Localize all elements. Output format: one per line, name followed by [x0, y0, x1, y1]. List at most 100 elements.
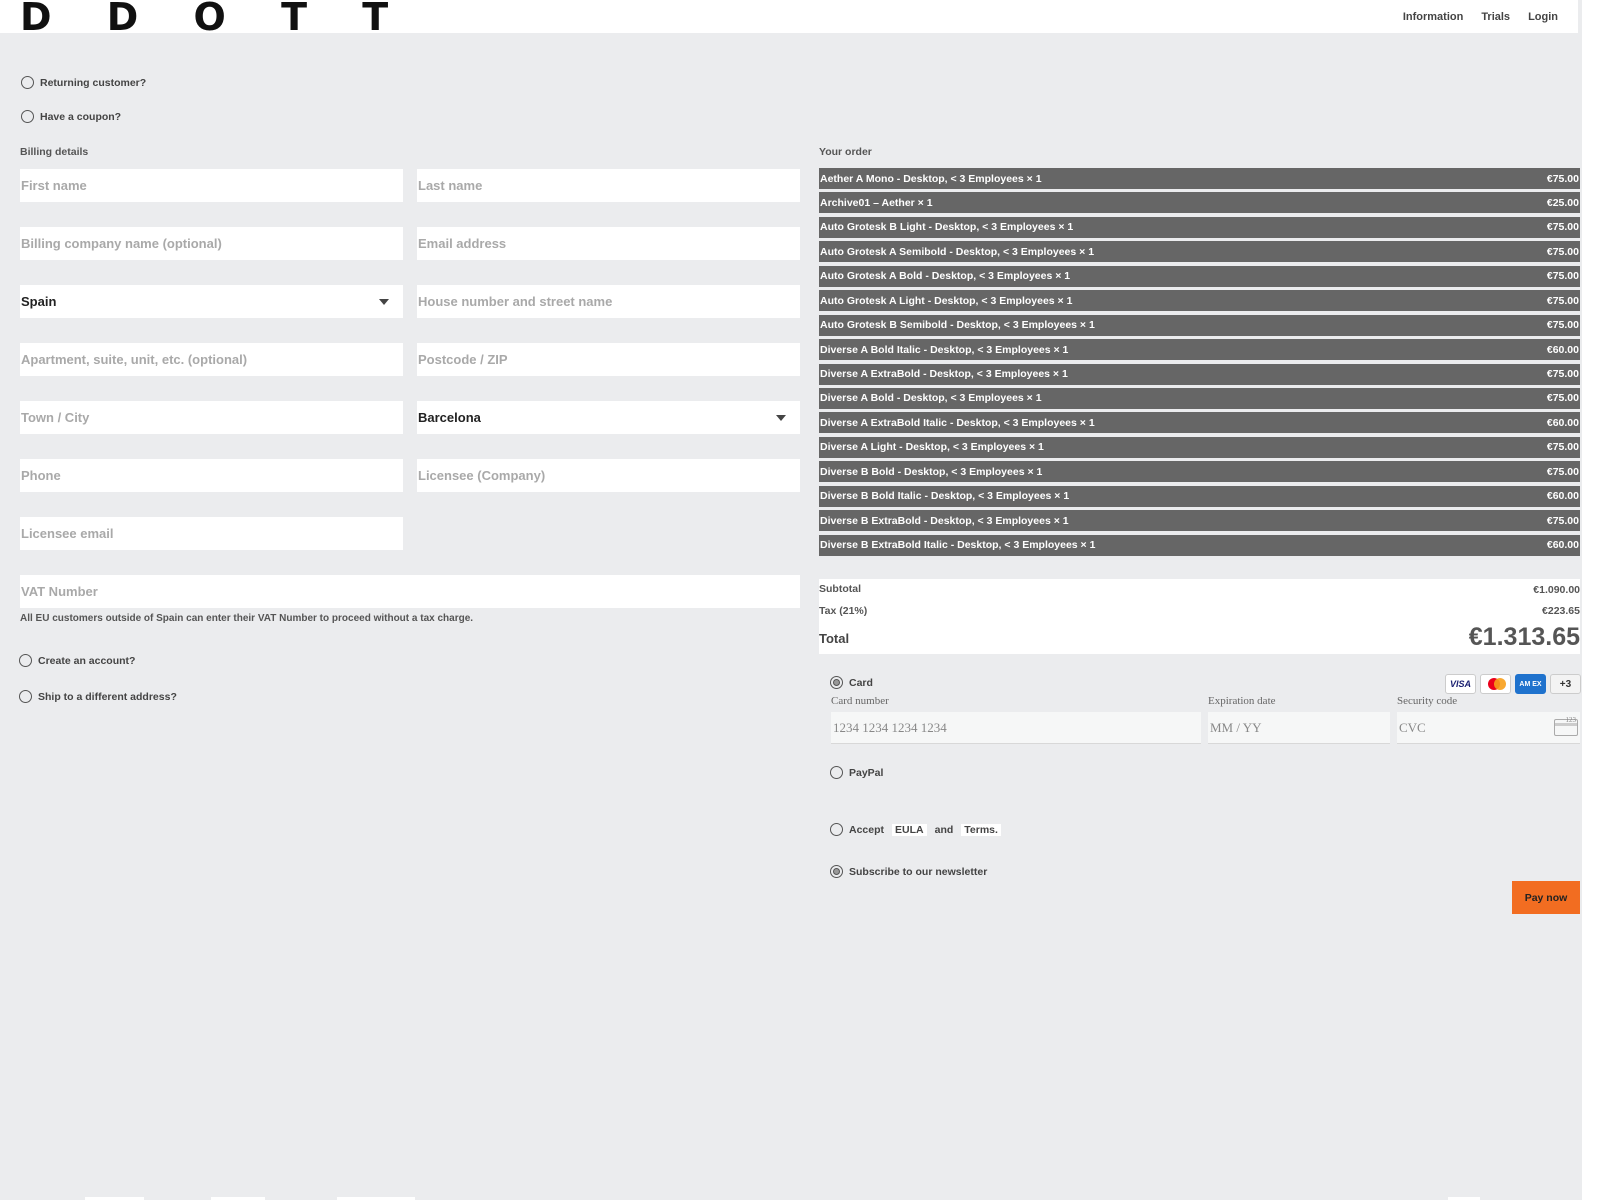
- and-label: and: [934, 823, 954, 836]
- order-row: Diverse A ExtraBold Italic - Desktop, < …: [819, 412, 1580, 434]
- order-item-name: Diverse A Bold Italic - Desktop, < 3 Emp…: [820, 343, 1069, 356]
- order-row: Diverse A Bold - Desktop, < 3 Employees …: [819, 387, 1580, 409]
- order-item-name: Diverse B ExtraBold Italic - Desktop, < …: [820, 539, 1096, 552]
- chevron-down-icon: [379, 299, 389, 305]
- paypal-label: PayPal: [849, 766, 884, 779]
- coupon-label: Have a coupon?: [40, 110, 122, 123]
- order-item-name: Diverse A Light - Desktop, < 3 Employees…: [820, 441, 1044, 454]
- order-item-price: €75.00: [1546, 270, 1579, 283]
- subtotal-label: Subtotal: [819, 583, 861, 595]
- order-item-price: €60.00: [1546, 416, 1579, 429]
- card-brand-logos: VISA AM EX +3: [1445, 674, 1581, 694]
- logo[interactable]: D D O T T: [20, 0, 409, 37]
- order-row: Aether A Mono - Desktop, < 3 Employees ×…: [819, 168, 1580, 189]
- tax-label: Tax (21%): [819, 605, 868, 617]
- card-label: Card: [849, 676, 873, 689]
- ship-different-toggle[interactable]: Ship to a different address?: [19, 690, 177, 703]
- order-item-name: Aether A Mono - Desktop, < 3 Employees ×…: [820, 172, 1042, 185]
- order-item-name: Diverse A ExtraBold Italic - Desktop, < …: [820, 416, 1095, 429]
- chevron-down-icon: [776, 415, 786, 421]
- company-field[interactable]: Billing company name (optional): [20, 227, 403, 260]
- create-account-radio[interactable]: [19, 654, 32, 667]
- order-item-price: €75.00: [1546, 514, 1579, 527]
- returning-customer-toggle[interactable]: Returning customer?: [21, 76, 146, 89]
- card-number-label: Card number: [831, 695, 889, 707]
- eula-link[interactable]: EULA: [892, 823, 927, 836]
- create-account-label: Create an account?: [38, 654, 136, 667]
- cvc-icon-text: 123: [1565, 716, 1577, 724]
- total-label: Total: [819, 631, 850, 646]
- ship-different-radio[interactable]: [19, 690, 32, 703]
- expiry-input[interactable]: MM / YY: [1208, 712, 1390, 744]
- newsletter-label: Subscribe to our newsletter: [849, 865, 988, 878]
- email-field[interactable]: Email address: [417, 227, 800, 260]
- newsletter-toggle[interactable]: Subscribe to our newsletter: [830, 865, 987, 878]
- billing-details-title: Billing details: [20, 146, 89, 158]
- accept-terms-radio[interactable]: [830, 823, 843, 836]
- order-item-name: Auto Grotesk B Light - Desktop, < 3 Empl…: [820, 221, 1074, 234]
- cvc-input[interactable]: CVC 123: [1397, 712, 1580, 744]
- order-item-name: Diverse B Bold Italic - Desktop, < 3 Emp…: [820, 490, 1070, 503]
- postcode-field[interactable]: Postcode / ZIP: [417, 343, 800, 376]
- country-value: Spain: [21, 294, 57, 309]
- tax-value: €223.65: [1542, 605, 1580, 617]
- order-item-name: Auto Grotesk B Semibold - Desktop, < 3 E…: [820, 319, 1095, 332]
- order-item-name: Auto Grotesk A Light - Desktop, < 3 Empl…: [820, 294, 1073, 307]
- order-row: Diverse B ExtraBold - Desktop, < 3 Emplo…: [819, 510, 1580, 532]
- cvc-label: Security code: [1397, 695, 1458, 707]
- more-cards-badge: +3: [1550, 674, 1581, 694]
- licensee-company-field[interactable]: Licensee (Company): [417, 459, 800, 492]
- nav-trials[interactable]: Trials: [1481, 11, 1510, 23]
- subtotal-value: €1.090.00: [1533, 584, 1580, 596]
- province-select[interactable]: Barcelona: [417, 401, 800, 434]
- phone-field[interactable]: Phone: [20, 459, 403, 492]
- order-row: Diverse A Light - Desktop, < 3 Employees…: [819, 436, 1580, 458]
- order-item-name: Auto Grotesk A Bold - Desktop, < 3 Emplo…: [820, 270, 1071, 283]
- cvc-placeholder: CVC: [1399, 720, 1426, 735]
- order-item-price: €75.00: [1546, 465, 1579, 478]
- order-item-price: €60.00: [1546, 539, 1579, 552]
- returning-customer-radio[interactable]: [21, 76, 34, 89]
- pay-now-button[interactable]: Pay now: [1512, 881, 1580, 914]
- last-name-field[interactable]: Last name: [417, 169, 800, 202]
- vat-number-field[interactable]: VAT Number: [20, 575, 800, 608]
- card-number-input[interactable]: 1234 1234 1234 1234: [831, 712, 1201, 744]
- scrollbar-track[interactable]: [1582, 0, 1600, 1200]
- order-item-price: €75.00: [1546, 294, 1579, 307]
- order-row: Diverse A ExtraBold - Desktop, < 3 Emplo…: [819, 363, 1580, 385]
- accept-terms-toggle[interactable]: Accept EULA and Terms.: [830, 823, 1003, 836]
- your-order-title: Your order: [819, 146, 872, 158]
- order-item-price: €60.00: [1546, 490, 1579, 503]
- amex-icon: AM EX: [1515, 674, 1546, 694]
- coupon-toggle[interactable]: Have a coupon?: [21, 110, 121, 123]
- order-item-price: €75.00: [1546, 441, 1579, 454]
- order-item-name: Diverse A Bold - Desktop, < 3 Employees …: [820, 392, 1042, 405]
- card-payment-option[interactable]: Card: [830, 676, 873, 689]
- first-name-field[interactable]: First name: [20, 169, 403, 202]
- coupon-radio[interactable]: [21, 110, 34, 123]
- country-select[interactable]: Spain: [20, 285, 403, 318]
- licensee-email-field[interactable]: Licensee email: [20, 517, 403, 550]
- order-item-price: €60.00: [1546, 343, 1579, 356]
- order-list: Aether A Mono - Desktop, < 3 Employees ×…: [819, 168, 1580, 559]
- visa-icon: VISA: [1445, 674, 1476, 694]
- order-row: Auto Grotesk A Light - Desktop, < 3 Empl…: [819, 290, 1580, 312]
- town-field[interactable]: Town / City: [20, 401, 403, 434]
- mastercard-icon: [1480, 674, 1511, 694]
- nav-login[interactable]: Login: [1528, 11, 1558, 23]
- card-radio[interactable]: [830, 676, 843, 689]
- apartment-field[interactable]: Apartment, suite, unit, etc. (optional): [20, 343, 403, 376]
- order-item-price: €75.00: [1546, 392, 1579, 405]
- accept-label: Accept: [849, 823, 885, 836]
- order-item-name: Auto Grotesk A Semibold - Desktop, < 3 E…: [820, 245, 1095, 258]
- order-row: Auto Grotesk B Semibold - Desktop, < 3 E…: [819, 314, 1580, 336]
- street-field[interactable]: House number and street name: [417, 285, 800, 318]
- terms-link[interactable]: Terms.: [961, 823, 1001, 836]
- order-row: Diverse B Bold - Desktop, < 3 Employees …: [819, 461, 1580, 483]
- newsletter-radio[interactable]: [830, 865, 843, 878]
- nav-information[interactable]: Information: [1403, 11, 1464, 23]
- order-row: Auto Grotesk A Semibold - Desktop, < 3 E…: [819, 241, 1580, 263]
- paypal-radio[interactable]: [830, 766, 843, 779]
- paypal-payment-option[interactable]: PayPal: [830, 766, 883, 779]
- create-account-toggle[interactable]: Create an account?: [19, 654, 135, 667]
